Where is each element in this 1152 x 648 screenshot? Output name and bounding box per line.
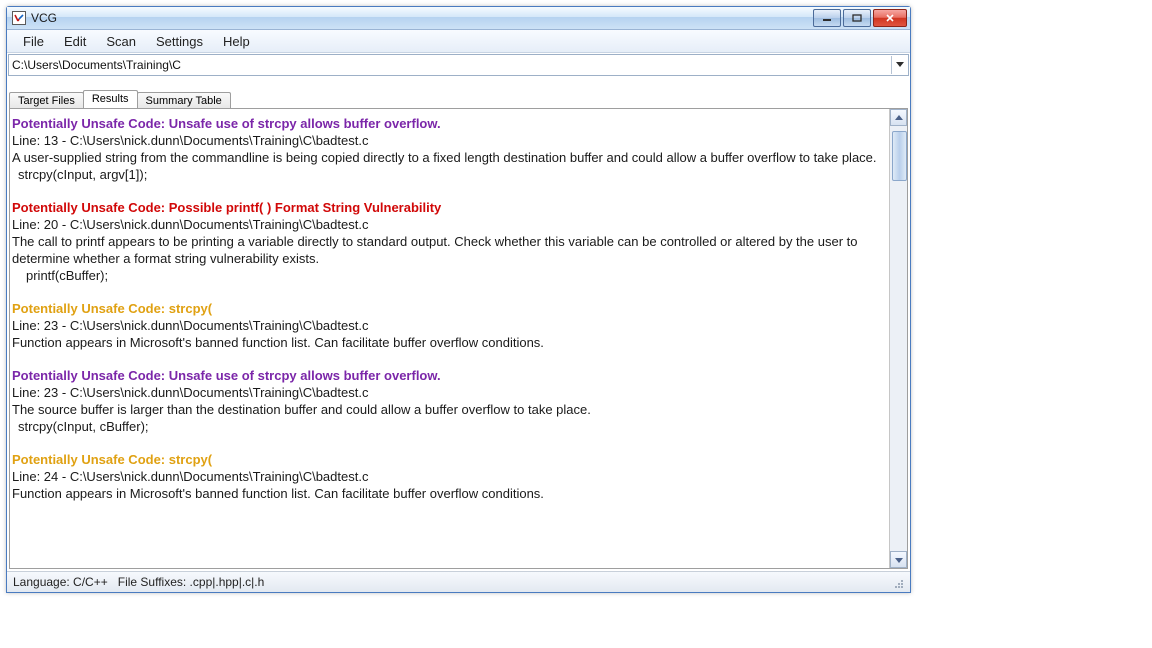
finding-location: Line: 24 - C:\Users\nick.dunn\Documents\…: [12, 468, 888, 485]
tabs: Target Files Results Summary Table: [9, 88, 908, 108]
finding-code: strcpy(cInput, argv[1]);: [12, 166, 888, 183]
finding-description: Function appears in Microsoft's banned f…: [12, 485, 888, 502]
finding-title: Potentially Unsafe Code: Possible printf…: [12, 199, 888, 216]
path-dropdown-arrow[interactable]: [891, 56, 908, 74]
finding: Potentially Unsafe Code: strcpy( Line: 2…: [12, 300, 888, 351]
menu-help[interactable]: Help: [213, 32, 260, 51]
results-content[interactable]: Potentially Unsafe Code: Unsafe use of s…: [10, 109, 890, 568]
finding: Potentially Unsafe Code: Unsafe use of s…: [12, 367, 888, 435]
finding-title: Potentially Unsafe Code: Unsafe use of s…: [12, 115, 888, 132]
finding-code: printf(cBuffer);: [12, 267, 888, 284]
finding-location: Line: 23 - C:\Users\nick.dunn\Documents\…: [12, 384, 888, 401]
finding-description: A user-supplied string from the commandl…: [12, 149, 888, 166]
app-window: VCG File Edit Scan Settings Help C:\User…: [6, 6, 911, 593]
finding: Potentially Unsafe Code: strcpy( Line: 2…: [12, 451, 888, 502]
scroll-down-arrow-icon[interactable]: [890, 551, 907, 568]
finding-description: The call to printf appears to be printin…: [12, 233, 888, 267]
menu-settings[interactable]: Settings: [146, 32, 213, 51]
window-controls: [813, 9, 909, 27]
menu-scan[interactable]: Scan: [96, 32, 146, 51]
close-button[interactable]: [873, 9, 907, 27]
vertical-scrollbar[interactable]: [889, 109, 907, 568]
tab-target-files[interactable]: Target Files: [9, 92, 84, 109]
results-pane: Potentially Unsafe Code: Unsafe use of s…: [9, 108, 908, 569]
menubar: File Edit Scan Settings Help: [7, 30, 910, 53]
path-value: C:\Users\Documents\Training\C: [9, 58, 891, 72]
finding-description: Function appears in Microsoft's banned f…: [12, 334, 888, 351]
statusbar: Language: C/C++ File Suffixes: .cpp|.hpp…: [7, 571, 910, 592]
minimize-button[interactable]: [813, 9, 841, 27]
finding: Potentially Unsafe Code: Possible printf…: [12, 199, 888, 284]
finding-location: Line: 23 - C:\Users\nick.dunn\Documents\…: [12, 317, 888, 334]
finding-title: Potentially Unsafe Code: strcpy(: [12, 300, 888, 317]
finding-title: Potentially Unsafe Code: strcpy(: [12, 451, 888, 468]
finding: Potentially Unsafe Code: Unsafe use of s…: [12, 115, 888, 183]
path-combobox[interactable]: C:\Users\Documents\Training\C: [8, 54, 909, 76]
maximize-button[interactable]: [843, 9, 871, 27]
resize-grip-icon[interactable]: [890, 575, 904, 589]
window-title: VCG: [31, 11, 57, 25]
finding-location: Line: 20 - C:\Users\nick.dunn\Documents\…: [12, 216, 888, 233]
scroll-thumb[interactable]: [892, 131, 907, 181]
tab-summary-table[interactable]: Summary Table: [137, 92, 231, 109]
finding-description: The source buffer is larger than the des…: [12, 401, 888, 418]
finding-location: Line: 13 - C:\Users\nick.dunn\Documents\…: [12, 132, 888, 149]
finding-code: strcpy(cInput, cBuffer);: [12, 418, 888, 435]
app-icon: [11, 10, 27, 26]
titlebar[interactable]: VCG: [7, 7, 910, 30]
status-language: Language: C/C++: [13, 575, 108, 589]
tab-results[interactable]: Results: [83, 90, 138, 108]
scroll-up-arrow-icon[interactable]: [890, 109, 907, 126]
menu-edit[interactable]: Edit: [54, 32, 96, 51]
finding-title: Potentially Unsafe Code: Unsafe use of s…: [12, 367, 888, 384]
menu-file[interactable]: File: [13, 32, 54, 51]
status-suffixes: File Suffixes: .cpp|.hpp|.c|.h: [118, 575, 265, 589]
